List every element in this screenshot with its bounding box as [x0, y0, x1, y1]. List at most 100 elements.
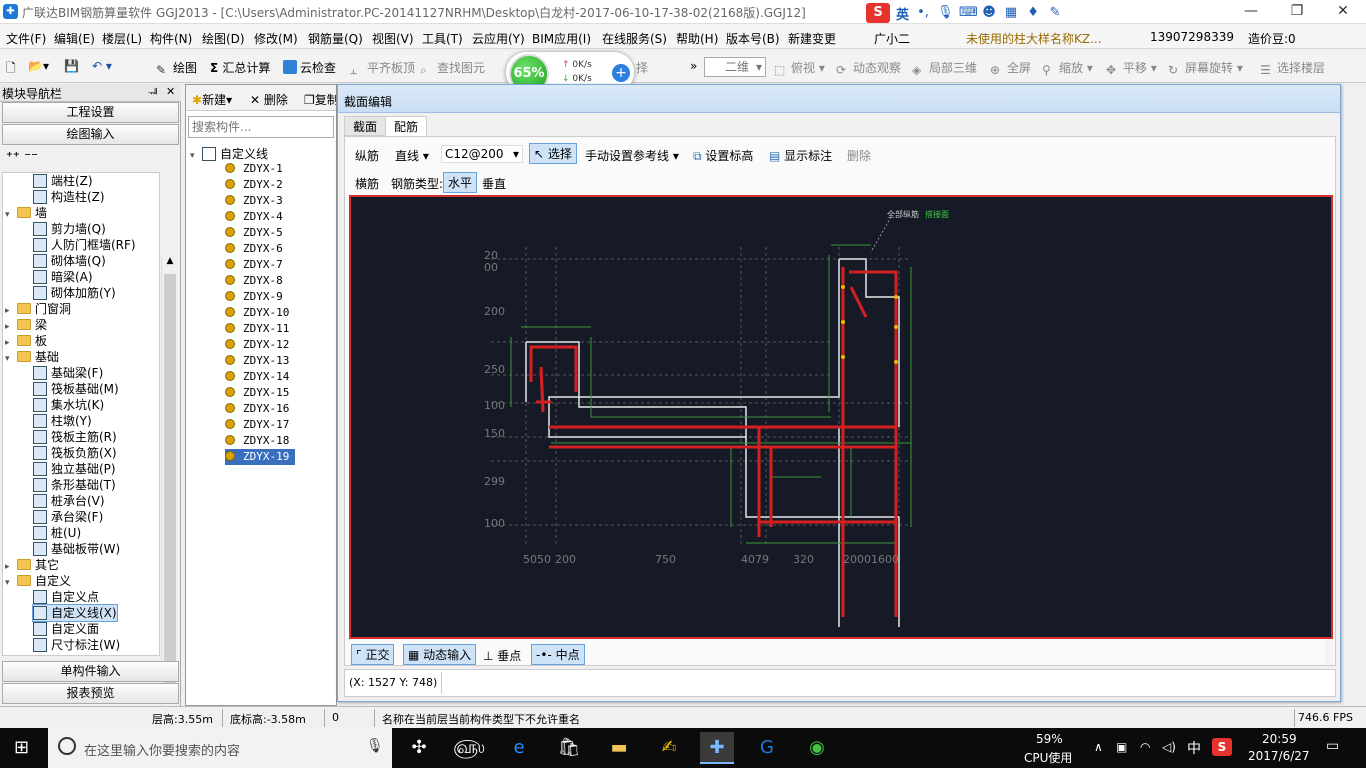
manual-ref-line-button[interactable]: 手动设置参考线 ▾ — [585, 147, 679, 164]
select-button[interactable]: ↖ 选择 — [529, 143, 577, 164]
app-pinwheel-icon[interactable]: ✣ — [402, 732, 436, 764]
dynamic-input-button[interactable]: ▦ 动态输入 — [403, 644, 477, 665]
copy-component-button[interactable]: ❐复制 — [304, 91, 336, 108]
menu-item-8[interactable]: 工具(T) — [422, 30, 463, 47]
tray-app-icon[interactable]: ▣ — [1116, 740, 1127, 754]
menu-item-14[interactable]: 新建变更 — [788, 30, 836, 47]
component-item[interactable]: ZDYX-3 — [225, 193, 283, 209]
select-floor-button[interactable]: ☰ 选择楼层 — [1260, 59, 1325, 77]
tree-item[interactable]: 基础梁(F) — [33, 365, 103, 381]
project-settings-button[interactable]: 工程设置 — [2, 102, 179, 123]
shirt-icon[interactable]: ♦ — [1025, 5, 1041, 21]
horizontal-button[interactable]: 水平 — [443, 172, 478, 193]
menu-item-1[interactable]: 编辑(E) — [54, 30, 95, 47]
component-item[interactable]: ZDYX-11 — [225, 321, 289, 337]
save-icon[interactable]: 💾 — [64, 59, 79, 73]
line-type-select[interactable]: 直线 ▾ — [395, 147, 429, 164]
bar-spec-input[interactable]: C12@200 ▾ — [441, 145, 523, 163]
component-item[interactable]: ZDYX-13 — [225, 353, 289, 369]
expand-all-icon[interactable]: ⁺⁺ ⁻⁻ — [6, 150, 38, 165]
component-item[interactable]: ZDYX-14 — [225, 369, 289, 385]
pan-button[interactable]: ✥ 平移 ▾ — [1106, 59, 1157, 77]
sogou-tray-icon[interactable]: S — [1212, 738, 1232, 756]
green-app-icon[interactable]: ◉ — [800, 732, 834, 764]
component-search-input[interactable] — [188, 116, 334, 138]
top-view-button[interactable]: ⬚ 俯视 ▾ — [774, 59, 825, 77]
close-icon[interactable]: ✕ — [166, 85, 175, 98]
menu-item-0[interactable]: 文件(F) — [6, 30, 46, 47]
local3d-button[interactable]: ◈ 局部三维 — [912, 59, 977, 77]
keyboard-icon[interactable]: ⌨ — [959, 5, 978, 21]
tree-item[interactable]: 砌体墙(Q) — [33, 253, 106, 269]
microphone-icon[interactable]: 🎙 — [366, 738, 384, 754]
menu-item-13[interactable]: 版本号(B) — [726, 30, 780, 47]
delete-component-button[interactable]: ✕ 删除 — [250, 91, 288, 108]
notes-icon[interactable]: ✍ — [652, 732, 686, 764]
minimize-button[interactable]: — — [1228, 0, 1274, 24]
store-icon[interactable]: 🛍 — [552, 732, 586, 764]
tree-item[interactable]: ▸ 其它 — [5, 557, 59, 573]
punctuation-icon[interactable]: •, — [915, 5, 931, 21]
component-item[interactable]: ZDYX-7 — [225, 257, 283, 273]
draw-button[interactable]: ✎ 绘图 — [156, 59, 197, 77]
select-partial[interactable]: 择 — [636, 59, 648, 76]
tree-item[interactable]: 独立基础(P) — [33, 461, 116, 477]
clock-time[interactable]: 20:59 — [1262, 732, 1297, 746]
scroll-thumb[interactable] — [164, 274, 176, 704]
rotate-button[interactable]: ↻ 屏幕旋转 ▾ — [1168, 59, 1243, 77]
pin-icon[interactable]: ᅰ — [148, 85, 158, 101]
tree-item[interactable]: 柱墩(Y) — [33, 413, 92, 429]
windows-start-icon[interactable]: ⊞ — [14, 738, 34, 758]
clock-date[interactable]: 2017/6/27 — [1248, 749, 1310, 763]
tree-item[interactable]: 自定义线(X) — [32, 604, 118, 622]
cross-bar-label[interactable]: 横筋 — [355, 175, 379, 192]
menu-notice[interactable]: 未使用的柱大样名称KZ... — [966, 30, 1102, 47]
tree-item[interactable]: 基础板带(W) — [33, 541, 120, 557]
close-button[interactable]: ✕ — [1320, 0, 1366, 24]
tree-item[interactable]: 自定义面 — [33, 621, 99, 637]
component-item[interactable]: ZDYX-2 — [225, 177, 283, 193]
menu-item-2[interactable]: 楼层(L) — [102, 30, 142, 47]
view-mode-select[interactable]: 二维 ▾ — [704, 57, 766, 77]
menu-item-7[interactable]: 视图(V) — [372, 30, 414, 47]
tree-item[interactable]: 筏板基础(M) — [33, 381, 119, 397]
tree-item[interactable]: ▸ 梁 — [5, 317, 47, 333]
component-item[interactable]: ZDYX-16 — [225, 401, 289, 417]
component-item[interactable]: ZDYX-18 — [225, 433, 289, 449]
tab-section[interactable]: 截面 — [344, 116, 387, 136]
tree-item[interactable]: 尺寸标注(W) — [33, 637, 120, 653]
edge-icon[interactable]: e — [502, 732, 536, 764]
ime-lang-label[interactable]: 英 — [896, 4, 909, 23]
component-item[interactable]: ZDYX-4 — [225, 209, 283, 225]
restore-button[interactable]: ❐ — [1274, 0, 1320, 24]
taskbar-search[interactable]: 在这里输入你要搜索的内容 🎙 — [48, 728, 392, 768]
tree-item[interactable]: 剪力墙(Q) — [33, 221, 106, 237]
app-swirl-icon[interactable]: ௵ — [452, 732, 486, 764]
menu-item-10[interactable]: BIM应用(I) — [532, 30, 591, 47]
tree-item[interactable]: 构造柱(Z) — [33, 189, 105, 205]
price-beans[interactable]: 造价豆:0 — [1248, 30, 1296, 47]
single-input-button[interactable]: 单构件输入 — [2, 661, 179, 682]
component-item[interactable]: ZDYX-17 — [225, 417, 289, 433]
skin-icon[interactable]: ☻ — [981, 5, 997, 21]
tree-item[interactable]: 砌体加筋(Y) — [33, 285, 116, 301]
tree-item[interactable]: ▾ 自定义 — [5, 573, 71, 589]
menu-item-11[interactable]: 在线服务(S) — [602, 30, 667, 47]
tree-item[interactable]: 端柱(Z) — [33, 173, 93, 189]
menu-item-15[interactable]: 广小二 — [874, 30, 910, 47]
cloud-check-button[interactable]: 云检查 — [283, 59, 336, 76]
new-component-button[interactable]: ✱新建▾ — [192, 91, 232, 108]
menu-item-12[interactable]: 帮助(H) — [676, 30, 718, 47]
long-bar-label[interactable]: 纵筋 — [355, 147, 379, 164]
tree-item[interactable]: ▸ 门窗洞 — [5, 301, 71, 317]
report-preview-button[interactable]: 报表预览 — [2, 683, 179, 704]
menu-item-9[interactable]: 云应用(Y) — [472, 30, 525, 47]
ortho-button[interactable]: ⌜ 正交 — [351, 644, 395, 665]
delete-bar-button[interactable]: 删除 — [847, 147, 871, 164]
sogou-icon[interactable]: S — [866, 3, 890, 23]
microphone-icon[interactable]: 🎙 — [937, 5, 954, 21]
collapse-icon[interactable]: ▾ — [190, 151, 202, 161]
vertical-button[interactable]: 垂直 — [482, 175, 506, 192]
tree-item[interactable]: 桩承台(V) — [33, 493, 105, 509]
notification-icon[interactable]: ▭ — [1326, 738, 1339, 754]
